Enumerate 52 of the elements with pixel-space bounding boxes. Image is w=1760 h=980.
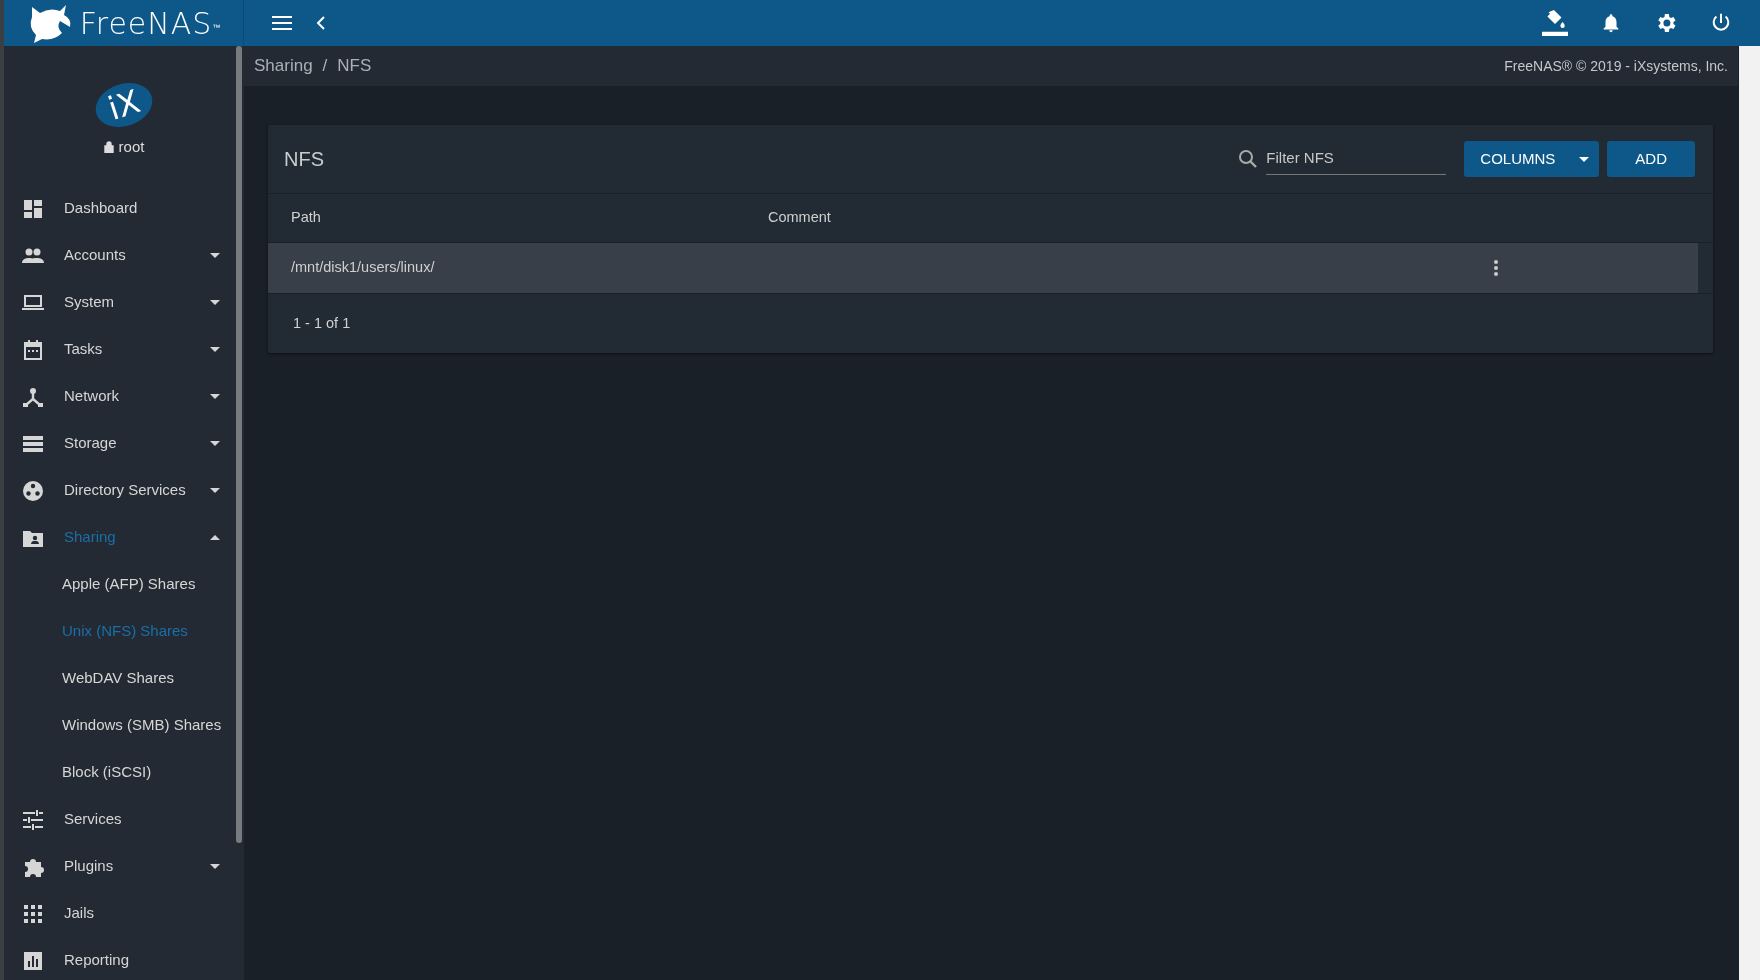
expand-caret-icon [210,488,220,493]
sidebar-item[interactable]: Tasks [4,326,236,373]
sidebar-item[interactable]: Storage [4,420,236,467]
table-cell-text: /mnt/disk1/users/linux/ [290,258,436,278]
username: root [118,137,145,157]
sidebar-item[interactable]: Services [4,796,236,843]
add-button[interactable]: ADD [1607,141,1695,177]
power-icon [1710,12,1732,34]
table-row[interactable]: /mnt/disk1/users/linux/ [268,243,1698,293]
pagination-range: 1 - 1 of 1 [293,313,351,333]
sidebar-item[interactable]: Accounts [4,232,236,279]
caret-icon [1579,156,1590,162]
lock-icon [103,141,114,154]
menu-icon [272,16,292,30]
sidebar-subitem[interactable]: Block (iSCSI) [4,749,236,796]
network-icon [22,385,44,408]
freenas-logo-text: FreeNAS$^{™}$ [79,4,222,43]
expand-caret-icon [210,441,220,446]
sidebar-item[interactable]: Directory Services [4,467,236,514]
columns-button[interactable]: COLUMNS [1464,141,1600,177]
sidebar-item[interactable]: Network [4,373,236,420]
paint-bucket-icon [1542,10,1568,36]
column-header[interactable]: Comment [768,207,831,229]
expand-caret-icon [210,300,220,305]
search-icon [1238,149,1259,169]
sidebar-item[interactable]: Reporting [4,937,236,980]
breadcrumb-link[interactable]: Sharing [254,53,313,79]
chevron-left-icon [316,16,326,30]
dashboard-icon [22,197,44,220]
grid-icon [22,902,44,925]
kebab-icon [1494,260,1498,276]
sidebar-item[interactable]: Jails [4,890,236,937]
circles-icon [22,479,44,502]
expand-caret-icon [210,347,220,352]
sidebar-item[interactable]: System [4,279,236,326]
column-header[interactable]: Path [268,207,768,229]
sidebar-item[interactable]: Dashboard [4,185,236,232]
copyright-text: FreeNAS® © 2019 - iXsystems, Inc. [1504,56,1728,76]
calendar-icon [22,338,44,361]
chart-icon [22,949,44,972]
breadcrumb-separator: / [322,55,328,78]
filter-field[interactable]: Filter NFS [1266,143,1447,175]
card-title: NFS [284,147,324,172]
collapse-caret-icon [210,535,220,540]
expand-caret-icon [210,253,220,258]
expand-caret-icon [210,394,220,399]
sidebar-subitem[interactable]: Apple (AFP) Shares [4,561,236,608]
sliders-icon [22,808,44,831]
sidebar-subitem[interactable]: WebDAV Shares [4,655,236,702]
expand-caret-icon [210,864,220,869]
sidebar-subitem[interactable]: Windows (SMB) Shares [4,702,236,749]
sidebar-item[interactable]: Plugins [4,843,236,890]
